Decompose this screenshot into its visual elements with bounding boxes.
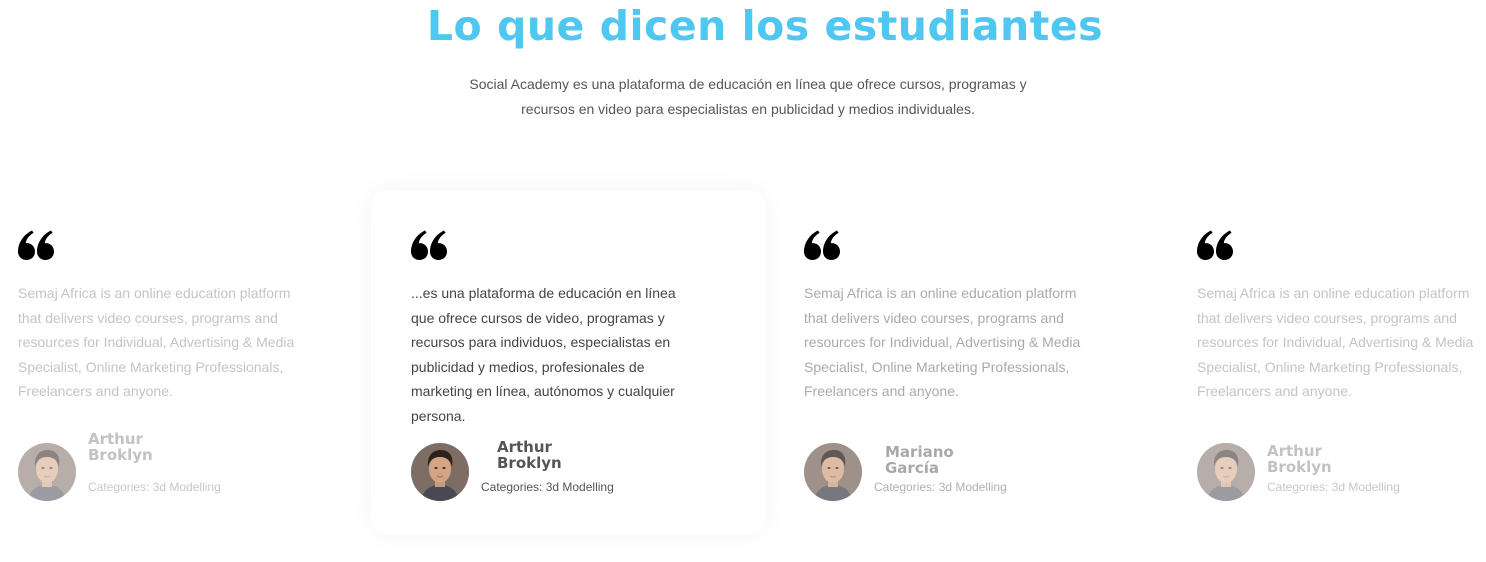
section-subtitle: Social Academy es una plataforma de educ… xyxy=(469,76,1027,117)
author-name: Arthur Broklyn xyxy=(88,431,208,463)
testimonial-card-active[interactable]: ...es una plataforma de educación en lín… xyxy=(371,190,766,535)
author-first-name: Mariano xyxy=(885,443,954,461)
testimonial-card[interactable]: Semaj Africa is an online education plat… xyxy=(1197,230,1486,510)
author-last-name: Broklyn xyxy=(1267,458,1332,476)
author-category: Categories: 3d Modelling xyxy=(88,480,221,494)
author-name: Arthur Broklyn xyxy=(1267,443,1387,475)
author-last-name: Broklyn xyxy=(88,446,153,464)
quote-icon xyxy=(411,230,447,260)
testimonial-card[interactable]: Semaj Africa is an online education plat… xyxy=(18,230,318,510)
author-first-name: Arthur xyxy=(88,430,143,448)
quote-icon xyxy=(18,230,54,260)
testimonial-quote: ...es una plataforma de educación en lín… xyxy=(411,285,676,424)
author-first-name: Arthur xyxy=(497,438,552,456)
avatar xyxy=(411,443,469,501)
testimonials-section: Lo que dicen los estudiantes Social Acad… xyxy=(0,0,1486,562)
author-last-name: Broklyn xyxy=(497,454,562,472)
author-name: Arthur Broklyn xyxy=(497,439,617,471)
avatar xyxy=(804,443,862,501)
testimonial-quote: Semaj Africa is an online education plat… xyxy=(18,285,295,399)
testimonial-quote: Semaj Africa is an online education plat… xyxy=(804,285,1081,399)
section-title: Lo que dicen los estudiantes xyxy=(426,2,1104,50)
avatar xyxy=(18,443,76,501)
author-first-name: Arthur xyxy=(1267,442,1322,460)
avatar xyxy=(1197,443,1255,501)
quote-icon xyxy=(1197,230,1233,260)
author-category: Categories: 3d Modelling xyxy=(874,480,1007,494)
author-category: Categories: 3d Modelling xyxy=(481,480,614,494)
quote-icon xyxy=(804,230,840,260)
author-name: Mariano García xyxy=(885,444,1005,476)
testimonial-card[interactable]: Semaj Africa is an online education plat… xyxy=(804,230,1104,510)
author-category: Categories: 3d Modelling xyxy=(1267,480,1400,494)
author-last-name: García xyxy=(885,459,939,477)
testimonial-quote: Semaj Africa is an online education plat… xyxy=(1197,285,1474,399)
